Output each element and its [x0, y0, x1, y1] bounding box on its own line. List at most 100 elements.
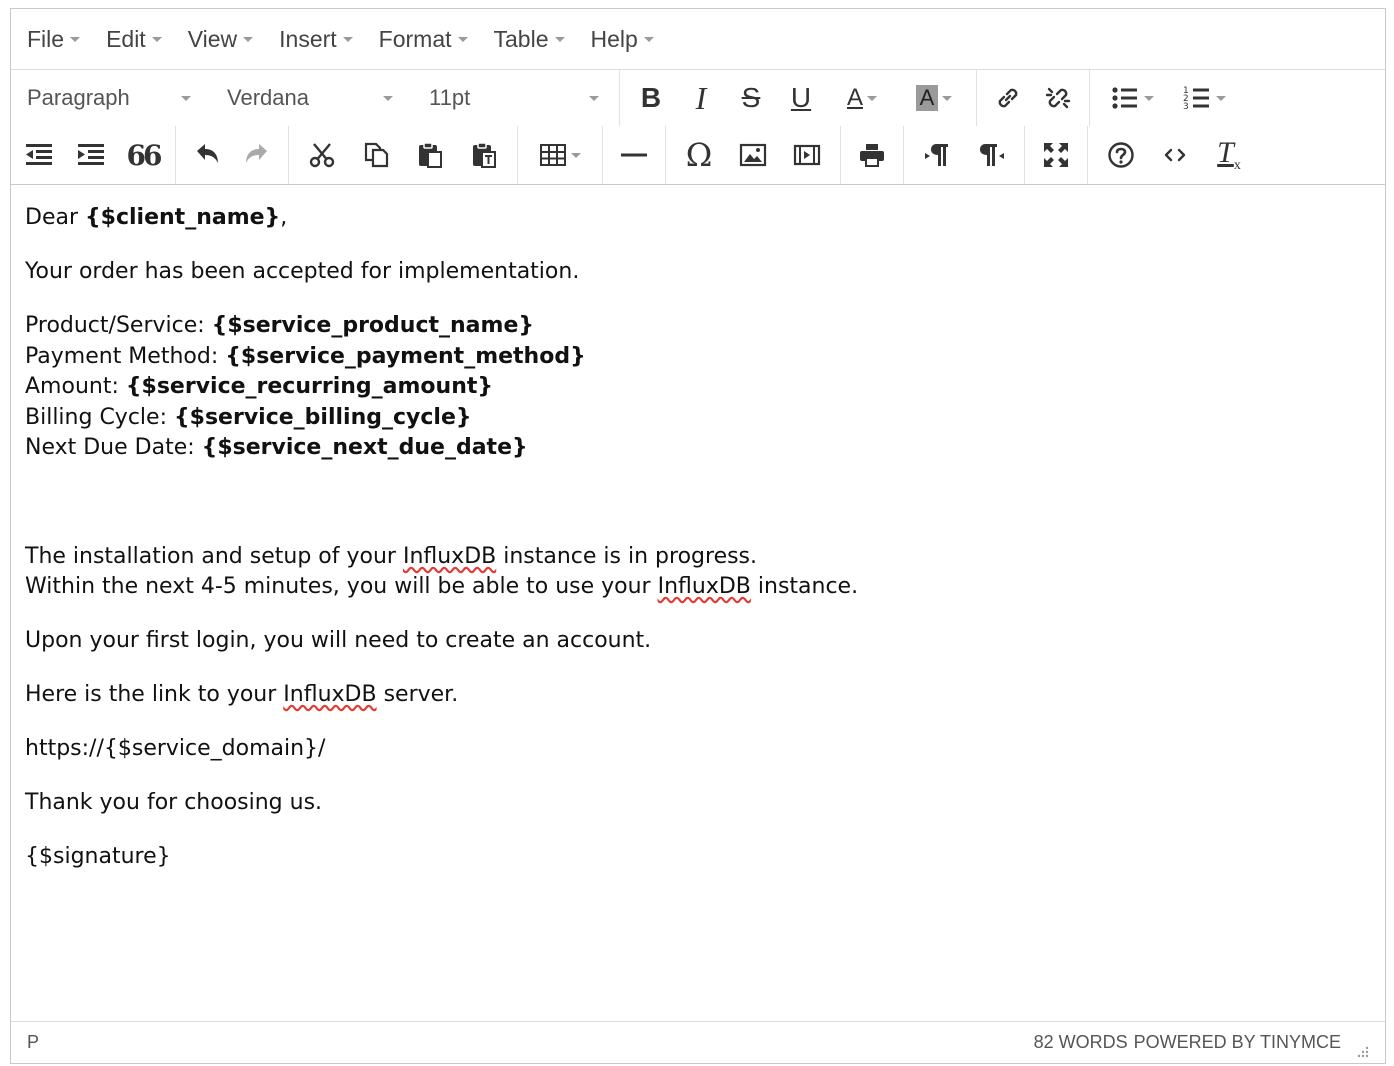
insert-group: Ω: [665, 126, 840, 184]
blockquote-button[interactable]: 66: [117, 126, 169, 184]
service-product-variable: {$service_product_name}: [211, 313, 535, 338]
background-color-button[interactable]: A: [898, 70, 970, 126]
chevron-down-icon: [181, 95, 191, 101]
image-icon: [739, 143, 767, 167]
chevron-down-icon: [342, 36, 353, 42]
cut-button[interactable]: [295, 126, 349, 184]
first-login-paragraph: Upon your first login, you will need to …: [25, 627, 652, 653]
undo-icon: [197, 144, 218, 163]
toolbar: Paragraph Verdana 11pt B I S U A A 1 2 3…: [11, 70, 1385, 185]
misspelled-word: InfluxDB: [283, 681, 377, 707]
menu-table[interactable]: Table: [494, 26, 565, 53]
chevron-down-icon: [589, 95, 599, 101]
status-right: 82 WORDS POWERED BY TINYMCE: [1033, 1032, 1369, 1057]
horizontal-rule-icon: [621, 153, 647, 157]
rtl-button[interactable]: [964, 126, 1018, 184]
chevron-down-icon: [571, 152, 581, 158]
strikethrough-button[interactable]: S: [726, 70, 776, 126]
bullet-list-icon: [1112, 87, 1137, 109]
direction-group: [903, 126, 1024, 184]
text-color-button[interactable]: A: [826, 70, 898, 126]
client-name-variable: {$client_name}: [85, 205, 281, 230]
link-icon: [998, 88, 1018, 108]
editor-content[interactable]: Dear {$client_name}, Your order has been…: [11, 185, 1385, 1021]
menu-insert[interactable]: Insert: [279, 26, 353, 53]
omega-icon: Ω: [685, 136, 713, 174]
url-paragraph: https://{$service_domain}/: [25, 735, 326, 761]
italic-button[interactable]: I: [676, 70, 726, 126]
indent-button[interactable]: [65, 126, 117, 184]
clear-format-icon: Tx: [1217, 136, 1241, 173]
menu-help[interactable]: Help: [591, 26, 654, 53]
thanks-paragraph: Thank you for choosing us.: [25, 789, 323, 815]
chevron-down-icon: [70, 36, 81, 42]
clipboard-group: [288, 126, 517, 184]
insert-media-button[interactable]: [780, 126, 834, 184]
block-format-select[interactable]: Paragraph: [11, 70, 211, 126]
menu-view[interactable]: View: [188, 26, 254, 53]
table-button[interactable]: [524, 126, 596, 184]
chevron-down-icon: [942, 95, 953, 101]
svg-text:3: 3: [1183, 102, 1189, 112]
fullscreen-icon: [1044, 143, 1068, 167]
element-path[interactable]: P: [27, 1032, 39, 1053]
bold-button[interactable]: B: [626, 70, 676, 126]
media-icon: [793, 144, 821, 166]
font-family-select[interactable]: Verdana: [211, 70, 413, 126]
indent-icon: [78, 144, 104, 165]
redo-button[interactable]: [232, 126, 282, 184]
undo-button[interactable]: [182, 126, 232, 184]
copy-button[interactable]: [349, 126, 403, 184]
fullscreen-button[interactable]: [1031, 126, 1081, 184]
order-details: Product/Service: {$service_product_name}…: [25, 313, 586, 460]
code-icon: [1164, 148, 1186, 162]
chevron-down-icon: [383, 95, 393, 101]
list-group: 123: [1089, 70, 1246, 126]
insert-image-button[interactable]: [726, 126, 780, 184]
powered-by-link[interactable]: POWERED BY TINYMCE: [1134, 1032, 1341, 1053]
menu-format[interactable]: Format: [379, 26, 468, 53]
numbered-list-button[interactable]: 123: [1168, 70, 1240, 126]
remove-link-button[interactable]: [1033, 70, 1083, 126]
word-count: 82 WORDS: [1033, 1032, 1128, 1052]
paste-button[interactable]: [403, 126, 457, 184]
hr-group: [602, 126, 665, 184]
outdent-button[interactable]: [13, 126, 65, 184]
menubar: File Edit View Insert Format Table Help: [11, 9, 1385, 70]
toolbar-row-1: Paragraph Verdana 11pt B I S U A A 1 2 3: [11, 70, 1385, 126]
underline-button[interactable]: U: [776, 70, 826, 126]
help-button[interactable]: [1094, 126, 1148, 184]
chevron-down-icon: [457, 36, 468, 42]
ltr-button[interactable]: [910, 126, 964, 184]
paste-text-button[interactable]: [457, 126, 511, 184]
next-due-date-variable: {$service_next_due_date}: [201, 435, 528, 460]
indent-group: 66: [11, 126, 175, 184]
chevron-down-icon: [151, 36, 162, 42]
menu-edit[interactable]: Edit: [106, 26, 162, 53]
rich-text-editor: File Edit View Insert Format Table Help …: [10, 8, 1386, 1064]
insert-link-button[interactable]: [983, 70, 1033, 126]
special-char-button[interactable]: Ω: [672, 126, 726, 184]
chevron-down-icon: [643, 36, 654, 42]
chevron-down-icon: [554, 36, 565, 42]
copy-icon: [364, 142, 389, 168]
horizontal-rule-button[interactable]: [609, 126, 659, 184]
table-group: [517, 126, 602, 184]
font-size-select[interactable]: 11pt: [413, 70, 619, 126]
redo-icon: [246, 144, 267, 163]
clear-formatting-button[interactable]: Tx: [1202, 126, 1256, 184]
menu-file[interactable]: File: [27, 26, 81, 53]
source-code-button[interactable]: [1148, 126, 1202, 184]
ltr-icon: [925, 144, 948, 166]
bullet-list-button[interactable]: [1096, 70, 1168, 126]
statusbar: P 82 WORDS POWERED BY TINYMCE: [11, 1021, 1385, 1063]
misc-group: Tx: [1087, 126, 1262, 184]
rtl-icon: [980, 144, 1004, 166]
chevron-down-icon: [867, 95, 877, 101]
print-button[interactable]: [847, 126, 897, 184]
link-paragraph: Here is the link to your InfluxDB server…: [25, 681, 459, 707]
accepted-paragraph: Your order has been accepted for impleme…: [25, 259, 580, 284]
empty-paragraph: [25, 488, 1371, 518]
resize-handle-icon[interactable]: [1355, 1044, 1369, 1058]
numbered-list-icon: 123: [1183, 86, 1209, 112]
